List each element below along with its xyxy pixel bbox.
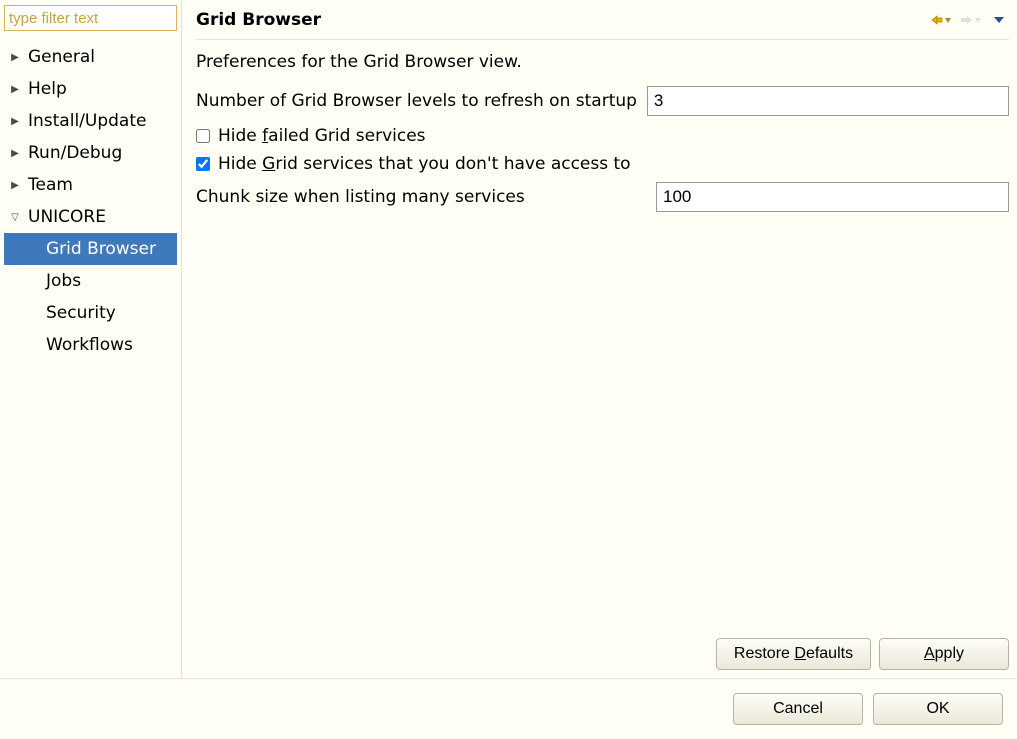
panel-header: Grid Browser (196, 0, 1009, 40)
expand-icon: ▶ (8, 148, 22, 159)
hide-failed-checkbox[interactable] (196, 129, 210, 143)
expand-icon: ▶ (8, 84, 22, 95)
main-panel: Grid Browser Preferences for the Grid Br… (182, 0, 1017, 678)
chunk-input[interactable] (656, 182, 1009, 212)
expand-icon: ▶ (8, 116, 22, 127)
tree-item-install-update[interactable]: ▶ Install/Update (4, 105, 177, 137)
tree-child-jobs[interactable]: Jobs (4, 265, 177, 297)
tree-child-label: Grid Browser (46, 239, 156, 259)
tree-item-run-debug[interactable]: ▶ Run/Debug (4, 137, 177, 169)
tree-item-help[interactable]: ▶ Help (4, 73, 177, 105)
tree-item-label: Install/Update (22, 111, 146, 131)
tree-child-security[interactable]: Security (4, 297, 177, 329)
tree-item-label: Run/Debug (22, 143, 122, 163)
tree-item-team[interactable]: ▶ Team (4, 169, 177, 201)
tree-child-label: Jobs (46, 271, 81, 291)
collapse-icon: ▽ (8, 212, 22, 223)
page-title: Grid Browser (196, 10, 321, 30)
menu-dropdown-icon[interactable] (993, 15, 1005, 25)
tree-child-grid-browser[interactable]: Grid Browser (4, 233, 177, 265)
tree-item-general[interactable]: ▶ General (4, 41, 177, 73)
chunk-label: Chunk size when listing many services (196, 187, 646, 207)
expand-icon: ▶ (8, 52, 22, 63)
levels-label: Number of Grid Browser levels to refresh… (196, 91, 637, 111)
dialog-footer: Cancel OK (0, 678, 1017, 739)
expand-icon: ▶ (8, 180, 22, 191)
levels-input[interactable] (647, 86, 1009, 116)
hide-failed-label: Hide failed Grid services (218, 126, 426, 146)
tree-item-label: General (22, 47, 95, 67)
filter-input[interactable] (4, 5, 177, 31)
panel-button-bar: Restore Defaults Apply (196, 630, 1009, 670)
panel-description: Preferences for the Grid Browser view. (196, 52, 1009, 72)
back-icon[interactable] (929, 14, 951, 26)
preferences-tree: ▶ General ▶ Help ▶ Install/Update ▶ Run/… (4, 41, 177, 361)
tree-item-unicore[interactable]: ▽ UNICORE (4, 201, 177, 233)
sidebar: ▶ General ▶ Help ▶ Install/Update ▶ Run/… (0, 0, 182, 678)
ok-button[interactable]: OK (873, 693, 1003, 725)
tree-item-label: Help (22, 79, 67, 99)
tree-item-label: UNICORE (22, 207, 106, 227)
header-toolbar (929, 14, 1005, 26)
restore-defaults-button[interactable]: Restore Defaults (716, 638, 871, 670)
tree-item-label: Team (22, 175, 73, 195)
forward-icon[interactable] (961, 14, 983, 26)
cancel-button[interactable]: Cancel (733, 693, 863, 725)
form-area: Preferences for the Grid Browser view. N… (196, 40, 1009, 630)
tree-child-workflows[interactable]: Workflows (4, 329, 177, 361)
hide-noaccess-checkbox[interactable] (196, 157, 210, 171)
tree-child-label: Workflows (46, 335, 133, 355)
apply-button[interactable]: Apply (879, 638, 1009, 670)
hide-noaccess-label: Hide Grid services that you don't have a… (218, 154, 631, 174)
tree-child-label: Security (46, 303, 116, 323)
